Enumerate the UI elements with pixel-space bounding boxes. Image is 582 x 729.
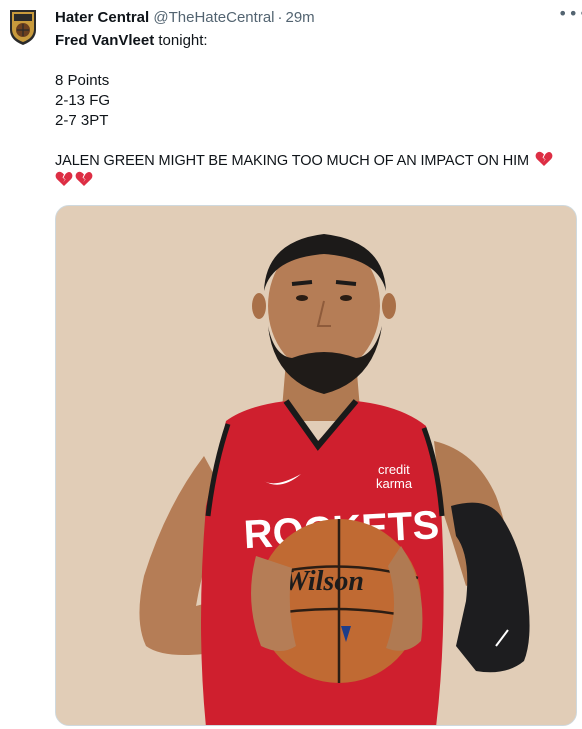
broken-heart-icon <box>75 171 93 186</box>
more-options-icon[interactable]: ••• <box>558 4 582 23</box>
player-name: Fred VanVleet <box>55 32 155 49</box>
user-handle[interactable]: @TheHateCentral <box>153 9 274 26</box>
ball-brand: Wilson <box>284 566 364 597</box>
jersey-sponsor: karma <box>376 476 413 491</box>
avatar[interactable] <box>8 8 38 46</box>
tweet-header: Hater Central @TheHateCentral · 29m <box>55 9 315 27</box>
headline-line: Fred VanVleet tonight: <box>55 31 570 51</box>
shout-text: JALEN GREEN MIGHT BE MAKING TOO MUCH OF … <box>55 153 530 169</box>
stat-line: 2-13 FG <box>55 92 111 109</box>
tweet-card[interactable]: ••• Hater Central @TheHateCentral·29m Fr… <box>0 0 582 729</box>
broken-heart-icon <box>55 171 73 186</box>
shout-line: JALEN GREEN MIGHT BE MAKING TOO MUCH OF … <box>55 151 570 171</box>
timestamp[interactable]: 29m <box>286 9 315 26</box>
headline-rest: tonight: <box>154 32 208 49</box>
tweet-photo[interactable]: credit karma ROCKETS Wilson <box>55 205 577 726</box>
broken-heart-icon <box>535 151 553 166</box>
stat-line: 2-7 3PT <box>55 112 109 129</box>
display-name[interactable]: Hater Central <box>55 9 149 26</box>
stat-line: 8 Points <box>55 72 110 89</box>
tweet-text: Fred VanVleet tonight: 8 Points 2-13 FG … <box>55 31 570 191</box>
separator-dot: · <box>277 9 283 26</box>
emoji-line <box>55 171 570 191</box>
jersey-sponsor: credit <box>378 462 410 477</box>
